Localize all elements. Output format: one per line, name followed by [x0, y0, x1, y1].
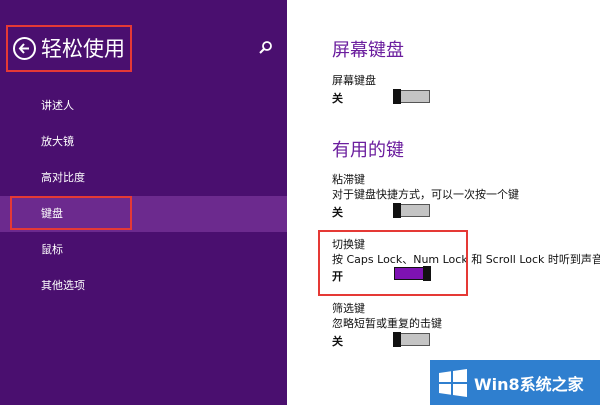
sticky-keys-description: 对于键盘快捷方式，可以一次按一个键 — [332, 188, 519, 201]
toggle-thumb — [393, 89, 401, 104]
sticky-keys-state: 关 — [332, 206, 343, 219]
toggle-thumb — [393, 332, 401, 347]
sidebar-item-label: 讲述人 — [41, 99, 74, 112]
filter-keys-label: 筛选键 — [332, 302, 365, 315]
search-icon[interactable] — [258, 40, 274, 56]
toggle-thumb — [393, 203, 401, 218]
toggle-thumb — [423, 266, 431, 281]
sidebar-item-label: 高对比度 — [41, 171, 85, 184]
sticky-keys-label: 粘滞键 — [332, 173, 365, 186]
sidebar-item-other-options[interactable]: 其他选项 — [0, 268, 287, 304]
toggle-keys-toggle[interactable] — [394, 266, 431, 281]
watermark-text: Win8系统之家 — [474, 375, 584, 394]
back-arrow-icon[interactable] — [13, 37, 36, 60]
page-title: 轻松使用 — [41, 37, 125, 61]
on-screen-keyboard-state: 关 — [332, 92, 343, 105]
toggle-keys-label: 切换键 — [332, 238, 365, 251]
sticky-keys-toggle[interactable] — [393, 203, 430, 218]
windows-logo-icon — [439, 369, 467, 397]
on-screen-keyboard-toggle[interactable] — [393, 89, 430, 104]
nav-list: 讲述人 放大镜 高对比度 键盘 鼠标 其他选项 — [0, 88, 287, 304]
sidebar-item-label: 键盘 — [41, 207, 63, 220]
sidebar-item-label: 鼠标 — [41, 243, 63, 256]
sidebar: 轻松使用 讲述人 放大镜 高对比度 键盘 鼠标 其他选项 — [0, 0, 287, 405]
watermark: Win8系统之家 — [430, 360, 600, 405]
filter-keys-state: 关 — [332, 335, 343, 348]
sidebar-item-magnifier[interactable]: 放大镜 — [0, 124, 287, 160]
section-heading-useful-keys: 有用的键 — [332, 140, 404, 161]
on-screen-keyboard-label: 屏幕键盘 — [332, 74, 376, 87]
sidebar-item-high-contrast[interactable]: 高对比度 — [0, 160, 287, 196]
filter-keys-description: 忽略短暂或重复的击键 — [332, 317, 442, 330]
filter-keys-toggle[interactable] — [393, 332, 430, 347]
toggle-keys-state: 开 — [332, 270, 343, 283]
sidebar-item-keyboard[interactable]: 键盘 — [0, 196, 287, 232]
sidebar-item-mouse[interactable]: 鼠标 — [0, 232, 287, 268]
section-heading-on-screen-keyboard: 屏幕键盘 — [332, 40, 404, 61]
settings-content: 屏幕键盘 屏幕键盘 关 有用的键 粘滞键 对于键盘快捷方式，可以一次按一个键 关… — [287, 0, 600, 405]
sidebar-item-label: 其他选项 — [41, 279, 85, 292]
sidebar-item-label: 放大镜 — [41, 135, 74, 148]
sidebar-item-narrator[interactable]: 讲述人 — [0, 88, 287, 124]
toggle-keys-description: 按 Caps Lock、Num Lock 和 Scroll Lock 时听到声音 — [332, 253, 600, 266]
